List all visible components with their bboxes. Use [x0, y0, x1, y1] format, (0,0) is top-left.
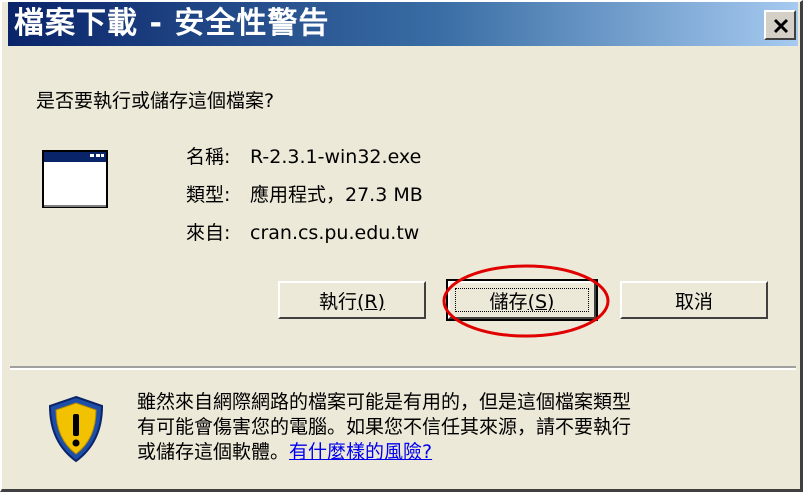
file-name-value: R-2.3.1-win32.exe [250, 146, 422, 168]
window-title: 檔案下載 - 安全性警告 [14, 6, 330, 41]
section-divider [10, 366, 796, 370]
file-source-row: 來自: cran.cs.pu.edu.tw [186, 218, 419, 245]
file-type-label: 類型: [186, 184, 231, 206]
file-download-dialog: 檔案下載 - 安全性警告 是否要執行或儲存這個檔案? 名稱: R-2.3.1-wi… [0, 0, 803, 492]
run-button-accelerator: (R) [356, 290, 386, 313]
download-question: 是否要執行或儲存這個檔案? [36, 90, 275, 112]
file-name-label: 名稱: [186, 146, 231, 168]
security-warning-text: 雖然來自網際網路的檔案可能是有用的，但是這個檔案類型 有可能會傷害您的電腦。如果… [137, 390, 777, 465]
file-source-label: 來自: [186, 222, 231, 244]
application-window-icon [42, 150, 108, 208]
warning-line-3: 或儲存這個軟體。 [137, 441, 290, 463]
security-shield-icon [48, 395, 104, 463]
cancel-button-label: 取消 [674, 290, 713, 313]
cancel-button[interactable]: 取消 [620, 281, 768, 319]
risk-info-link[interactable]: 有什麼樣的風險? [289, 441, 432, 463]
warning-line-2: 有可能會傷害您的電腦。如果您不信任其來源，請不要執行 [137, 416, 632, 438]
file-type-row: 類型: 應用程式，27.3 MB [186, 180, 423, 207]
warning-line-1: 雖然來自網際網路的檔案可能是有用的，但是這個檔案類型 [137, 391, 632, 413]
run-button[interactable]: 執行(R) [278, 281, 426, 319]
close-button[interactable] [764, 10, 796, 40]
file-type-value: 應用程式，27.3 MB [250, 184, 423, 206]
run-button-label: 執行 [318, 290, 357, 313]
red-highlight-circle [442, 264, 610, 338]
close-icon [773, 18, 789, 34]
file-source-value: cran.cs.pu.edu.tw [250, 222, 420, 244]
title-bar[interactable]: 檔案下載 - 安全性警告 [8, 2, 798, 46]
file-name-row: 名稱: R-2.3.1-win32.exe [186, 142, 421, 169]
